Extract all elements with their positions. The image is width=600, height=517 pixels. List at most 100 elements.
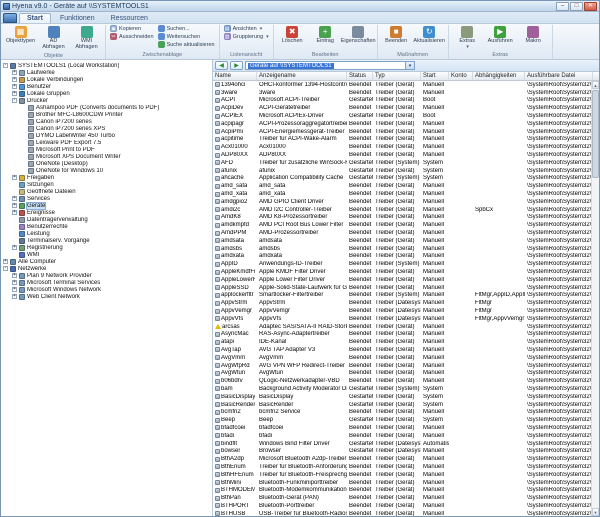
tree-item-canon-ip7200-series[interactable]: Canon iP7200 series [1,118,212,125]
table-row[interactable]: 3ware 3ware Beendet Treiber (Gerät) Manuell \… [213,89,599,97]
ausschneiden-button[interactable]: ✂ Ausschneiden [109,33,155,40]
maximize-button[interactable]: □ [570,1,583,11]
tree-item-lokale-verbindungen[interactable]: + Lokale Verbindungen [1,76,212,83]
table-row[interactable]: AmdPPM AMD-Prozessortreiber Beendet Treiber… [213,229,599,237]
wmi-abfragen-button[interactable]: WMI Abfragen [71,25,102,52]
table-row[interactable]: AFDTreiber für zusätzliche WinSock-Funkt… [213,159,599,167]
tree-item-freigaben[interactable]: + Freigaben [1,174,212,181]
makro-button[interactable]: Makro [518,25,549,46]
tree-item-microsoft-terminal-services[interactable]: + Microsoft Terminal Services [1,279,212,286]
table-row[interactable]: AvgVmm AvgVmm Beendet Treiber (Gerät) Manuel… [213,354,599,362]
table-row[interactable]: BthPan Bluetooth-Gerät (PAN) Beendet Treibe… [213,494,599,502]
ausf-hren-button[interactable]: ▶ Ausführen [485,25,516,46]
table-row[interactable]: applockerfltr Smartlocker-Filtertreiber Be… [213,292,599,300]
tree-item-ge-ffnete-dateien[interactable]: Geöffnete Dateien [1,188,212,195]
tree-item-ashampoo-pdf-converts-documents-to-pdf[interactable]: Ashampoo PDF (Converts documents to PDF) [1,104,212,111]
tree-item-benutzer[interactable]: + Benutzer [1,83,212,90]
table-row[interactable]: BthEnumTreiber für Bluetooth-Anforderung… [213,463,599,471]
tab-ressourcen[interactable]: Ressourcen [104,14,155,23]
collapse-icon[interactable]: - [3,266,8,271]
tab-start[interactable]: Start [19,13,51,23]
column-header-konto[interactable]: Konto [449,72,473,80]
column-header-name[interactable]: Name [213,72,257,80]
tree-item-web-client-network[interactable]: + Web Client Network [1,293,212,300]
table-row[interactable]: BthHFEnum Treiber für Bluetooth-Freisprec… [213,471,599,479]
tree-item-drucker[interactable]: - Drucker [1,97,212,104]
tree-item-lexware-pdf-export-7-5[interactable]: Lexware PDF Export 7.5 [1,139,212,146]
location-combo[interactable]: Geräte auf \\SYSTEMTOOLS1 ▾ [245,61,415,70]
tree-item-ger-te[interactable]: + Geräte [1,201,212,210]
expand-icon[interactable]: + [12,287,17,292]
tree-item-netzwerke[interactable]: - Netzwerke [1,265,212,272]
table-row[interactable]: AppvVemgr AppvVemgr Beendet Treiber (Dateis… [213,307,599,315]
table-row[interactable]: amd_sata amd_sata Beendet Treiber (Gerät) Ma… [213,182,599,190]
expand-icon[interactable]: + [12,273,17,278]
table-row[interactable]: amdgpio2 AMD GPIO Client Driver Beendet Tre… [213,198,599,206]
scroll-down-icon[interactable]: ▼ [592,508,599,516]
table-row[interactable]: BTHUSB USB-Treiber für Bluetooth-Radios Be… [213,510,599,516]
expand-icon[interactable]: + [12,84,17,89]
table-row[interactable]: ACPIEX Microsoft ACPIEx-Driver Gestartet Tr… [213,112,599,120]
table-row[interactable]: AppvVfsAppvVfsBeendetTreiber (Dateisyste… [213,315,599,323]
table-row[interactable]: afunix afunix Gestartet Treiber (Gerät) Syst… [213,167,599,175]
ad-abfragen-button[interactable]: AD Abfragen [38,25,69,52]
forward-arrow-icon[interactable]: ▶ [230,61,243,70]
column-header-anzeigename[interactable]: Anzeigename [257,72,347,80]
scroll-up-icon[interactable]: ▲ [592,81,599,89]
table-row[interactable]: b06bdrv QLogic-Netzwerkadapter-VBD Beendet… [213,377,599,385]
beenden-button[interactable]: ■ Beenden [381,25,412,46]
tree-item-alle-computer[interactable]: + Alle Computer [1,258,212,265]
table-row[interactable]: Beep Beep Gestartet Treiber (Gerät) System \S… [213,416,599,424]
table-row[interactable]: bcmfn2 bcmfn2 Service Beendet Treiber (Gerä… [213,408,599,416]
tree-item-dymo-labelwriter-450-turbo[interactable]: DYMO LabelWriter 450 Turbo [1,132,212,139]
objekttypen-button[interactable]: ▦ Objekttypen [5,25,36,46]
tab-funktionen[interactable]: Funktionen [53,14,102,23]
weitersuchen-button[interactable]: Weitersuchen [157,33,216,40]
scrollbar-thumb[interactable] [592,90,599,178]
table-row[interactable]: bfadfcoei bfadfcoei Beendet Treiber (Gerät)… [213,424,599,432]
table-row[interactable]: amdsata amdsata Beendet Treiber (Gerät) Manu… [213,237,599,245]
expand-icon[interactable]: + [12,294,17,299]
suche-aktualisieren-button[interactable]: Suche aktualisieren [157,41,216,48]
table-row[interactable]: BasicRender BasicRender Gestartet Treiber (… [213,401,599,409]
tree-item-datentr-gerverwaltung[interactable]: Datenträgerverwaltung [1,216,212,223]
expand-icon[interactable]: + [12,175,17,180]
minimize-button[interactable]: – [556,1,569,11]
collapse-icon[interactable]: - [3,63,8,68]
table-row[interactable]: AppID Anwendungs-ID-Treiber Beendet Treiber… [213,260,599,268]
table-row[interactable]: acpipagr ACPI-Prozessoraggregatortreiber B… [213,120,599,128]
table-row[interactable]: AsyncMac RAS-Async-Adaptertreiber Beendet T… [213,331,599,339]
table-row[interactable]: BthA2dp Microsoft Bluetooth A2dp-Treiber B… [213,455,599,463]
tree-item-ereignisse[interactable]: + Ereignisse [1,209,212,216]
tree-item-brother-mfc-l8600cdw-printer[interactable]: Brother MFC-L8600CDW Printer [1,111,212,118]
table-row[interactable]: ADP80XX ADP80XX Beendet Treiber (Gerät) Manu… [213,151,599,159]
eintrag-button[interactable]: + Eintrag [310,25,341,46]
tree-item-microsoft-print-to-pdf[interactable]: Microsoft Print to PDF [1,146,212,153]
tree-item-microsoft-xps-document-writer[interactable]: Microsoft XPS Document Writer [1,153,212,160]
table-row[interactable]: BTHPORT Bluetooth-Porttreiber Beendet Treib… [213,502,599,510]
expand-icon[interactable]: + [12,203,17,208]
tree-item-leistung[interactable]: Leistung [1,230,212,237]
collapse-icon[interactable]: - [12,98,17,103]
table-row[interactable]: bowserBrowserGestartetTreiber (Dateisyst… [213,447,599,455]
tree-item-plan-9-network-provider[interactable]: + Plan 9 Network Provider [1,272,212,279]
tree-item-onenote-for-windows-10[interactable]: OneNote for Windows 10 [1,167,212,174]
vertical-scrollbar[interactable]: ▲ ▼ [591,81,599,516]
gruppierung-button[interactable]: ▥ Gruppierung ▾ [223,33,270,40]
l-schen-button[interactable]: ✖ Löschen [277,25,308,46]
expand-icon[interactable]: + [12,245,17,250]
table-row[interactable]: ahcache Application Compatibility Cache Ge… [213,175,599,183]
table-row[interactable]: AcpiDev ACPI-Gerätetreiber Beendet Treiber … [213,104,599,112]
table-row[interactable]: BthMini Bluetooth-Funkminiporttreiber Been… [213,479,599,487]
column-header-start[interactable]: Start [421,72,449,80]
expand-icon[interactable]: + [12,91,17,96]
tree-item-terminalserv-vorg-nge[interactable]: Terminalserv. Vorgänge [1,237,212,244]
table-row[interactable]: amdi2c AMD I2C Controller-Treiber Beendet T… [213,206,599,214]
table-row[interactable]: AppvStrm AppvStrm Beendet Treiber (Dateisys… [213,299,599,307]
table-row[interactable]: amdkmpfd AMD PCI Root Bus Lower Filter Bee… [213,221,599,229]
expand-icon[interactable]: + [12,210,17,215]
column-header-ausf-hrbare-datei[interactable]: Ausführbare Datei [525,72,593,80]
app-menu-button[interactable] [3,13,17,23]
table-row[interactable]: BTHMODEMBluetooth-Modemkommunikationstre… [213,486,599,494]
table-row[interactable]: ACPI Microsoft ACPI-Treiber Gestartet Treib… [213,97,599,105]
